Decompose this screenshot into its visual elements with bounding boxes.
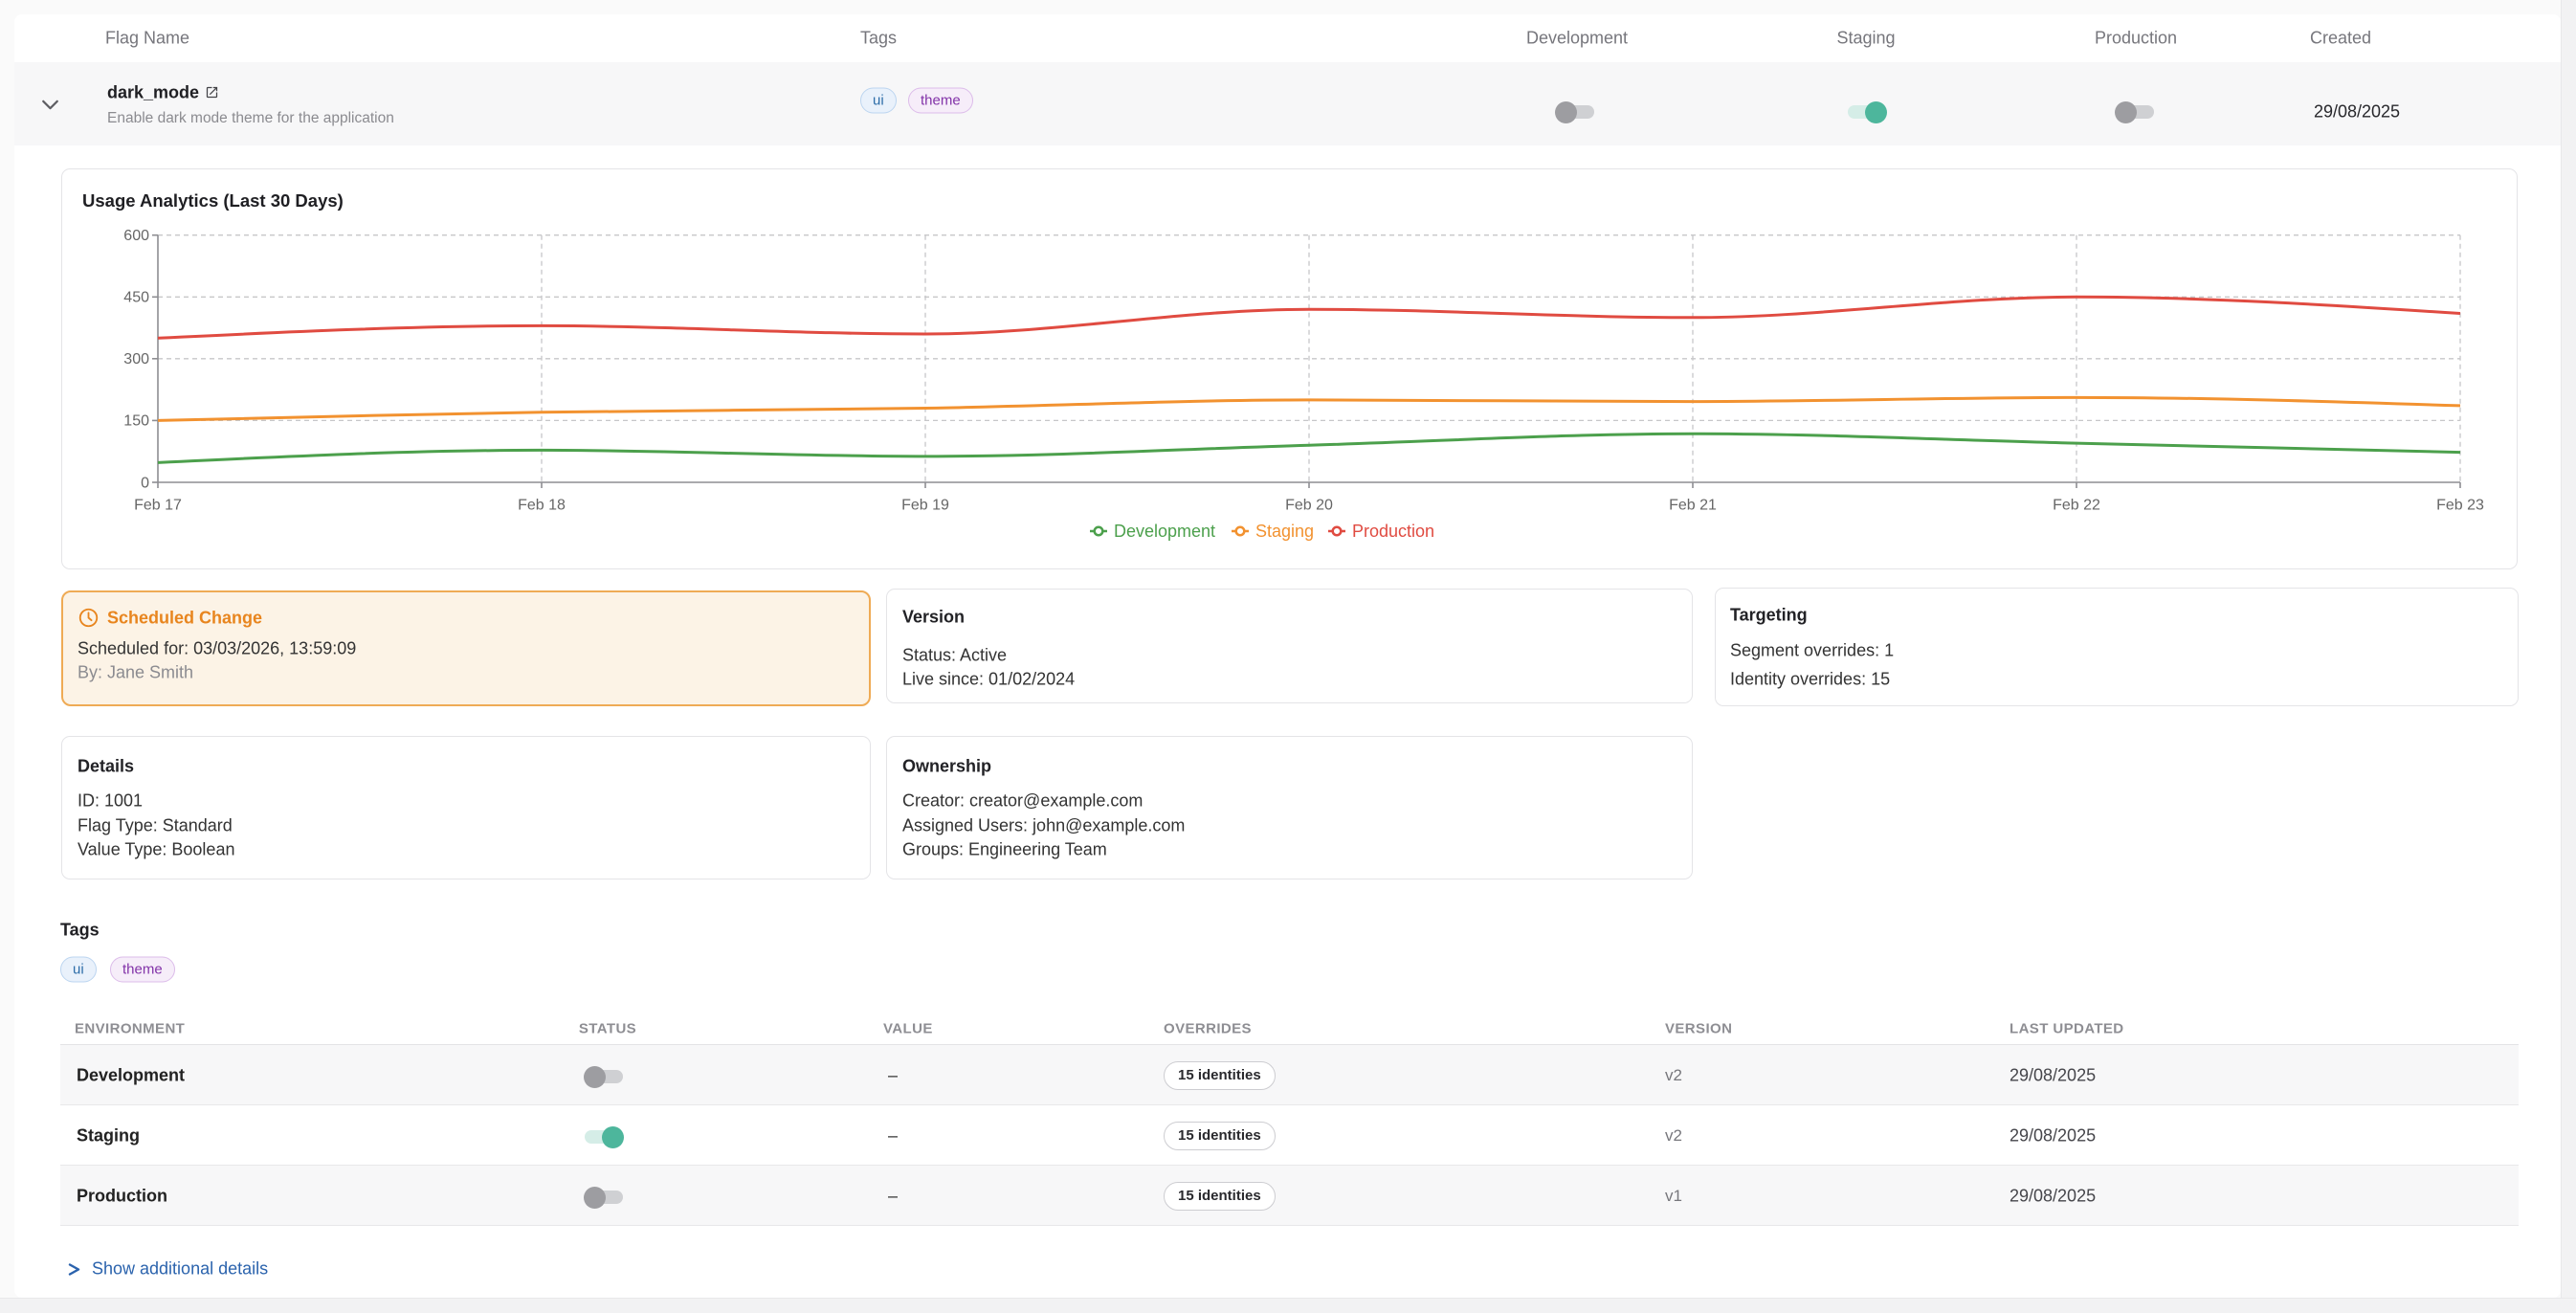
svg-text:Feb 18: Feb 18	[518, 497, 566, 513]
svg-text:Feb 23: Feb 23	[2436, 497, 2484, 513]
svg-text:Production: Production	[1352, 522, 1434, 541]
svg-text:Feb 20: Feb 20	[1285, 497, 1333, 513]
svg-text:Feb 19: Feb 19	[901, 497, 949, 513]
svg-text:Staging: Staging	[1255, 522, 1314, 541]
svg-text:Feb 21: Feb 21	[1669, 497, 1717, 513]
svg-text:600: 600	[123, 228, 149, 244]
svg-text:Feb 22: Feb 22	[2053, 497, 2100, 513]
svg-text:300: 300	[123, 351, 149, 367]
svg-text:150: 150	[123, 413, 149, 430]
svg-text:Feb 17: Feb 17	[134, 497, 182, 513]
svg-text:450: 450	[123, 290, 149, 306]
svg-text:Usage Analytics (Last 30 Days): Usage Analytics (Last 30 Days)	[82, 190, 344, 211]
svg-text:Development: Development	[1114, 522, 1215, 541]
svg-text:0: 0	[141, 475, 149, 491]
